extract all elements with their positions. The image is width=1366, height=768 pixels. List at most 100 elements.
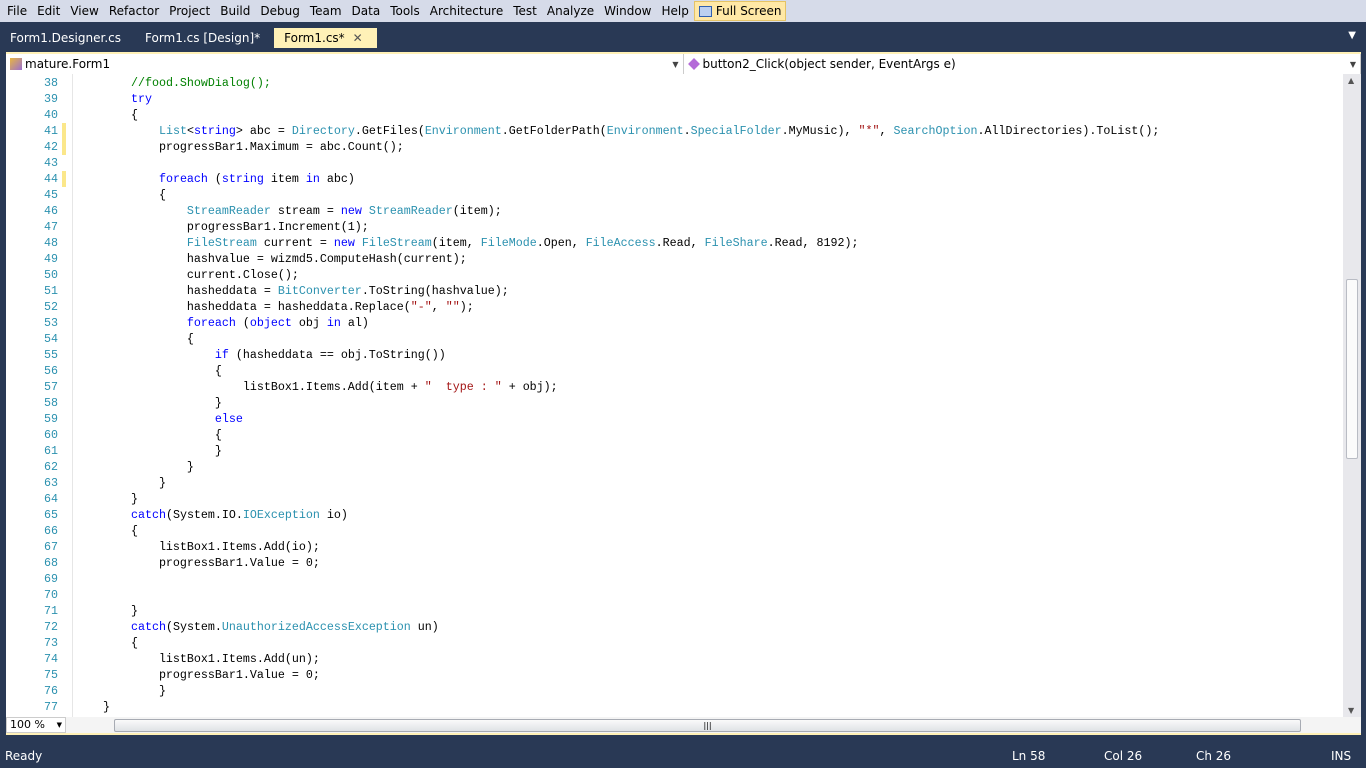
menu-debug[interactable]: Debug — [255, 0, 304, 22]
code-token: current = — [256, 236, 334, 250]
code-text: try — [75, 91, 152, 107]
code-token: ( — [207, 172, 222, 186]
line-number: 73 — [44, 636, 58, 650]
code-text: progressBar1.Maximum = abc.Count(); — [75, 139, 404, 155]
code-text: current.Close(); — [75, 267, 299, 283]
menu-architecture[interactable]: Architecture — [425, 0, 508, 22]
code-token: (item, — [431, 236, 481, 250]
menu-file[interactable]: File — [2, 0, 32, 22]
line-number: 46 — [44, 204, 58, 218]
menu-tools[interactable]: Tools — [385, 0, 425, 22]
tab-form1-cs-[interactable]: Form1.cs* ✕ — [274, 28, 377, 48]
tab-form1-designer-cs[interactable]: Form1.Designer.cs — [0, 28, 135, 48]
code-token: foreach — [186, 316, 236, 330]
vertical-scrollbar[interactable]: ▲ ▼ — [1343, 74, 1361, 717]
status-bar: Ready Ln 58 Col 26 Ch 26 INS — [0, 746, 1366, 768]
line-number: 51 — [44, 284, 58, 298]
code-text: progressBar1.Increment(1); — [75, 219, 369, 235]
scroll-down-icon[interactable]: ▼ — [1348, 706, 1354, 715]
menu-refactor[interactable]: Refactor — [104, 0, 164, 22]
code-token: hasheddata = — [75, 284, 278, 298]
code-token: FileShare — [704, 236, 768, 250]
class-dropdown[interactable]: mature.Form1 ▼ — [6, 54, 684, 74]
tab-form1-cs-design-[interactable]: Form1.cs [Design]* — [135, 28, 274, 48]
line-number: 41 — [44, 124, 58, 138]
status-text: Ready — [5, 749, 43, 763]
line-number: 69 — [44, 572, 58, 586]
tab-list-dropdown[interactable]: ▼ — [1348, 30, 1356, 41]
code-line: 72 catch(System.UnauthorizedAccessExcept… — [6, 619, 1341, 635]
menu-help[interactable]: Help — [657, 0, 694, 22]
code-token: foreach — [158, 172, 208, 186]
document-tabs: Form1.Designer.cs Form1.cs [Design]* Form1… — [0, 28, 1366, 48]
code-text: { — [75, 363, 222, 379]
code-token: .MyMusic), — [781, 124, 859, 138]
code-token: "-" — [410, 300, 432, 314]
code-text: { — [75, 523, 138, 539]
code-token: FileStream — [361, 236, 432, 250]
line-number: 72 — [44, 620, 58, 634]
line-number: 42 — [44, 140, 58, 154]
code-token: try — [130, 92, 152, 106]
close-icon[interactable]: ✕ — [353, 28, 363, 48]
code-editor[interactable]: 38 //food.ShowDialog(); 39 try 40 {41 List… — [6, 74, 1361, 717]
code-token: listBox1.Items.Add(un); — [75, 652, 320, 666]
line-number: 43 — [44, 156, 58, 170]
code-text: if (hasheddata == obj.ToString()) — [75, 347, 446, 363]
code-token: .Open, — [536, 236, 586, 250]
scroll-up-icon[interactable]: ▲ — [1348, 76, 1354, 85]
method-icon — [687, 58, 700, 70]
vertical-scroll-thumb[interactable] — [1346, 279, 1358, 459]
code-line: 51 hasheddata = BitConverter.ToString(ha… — [6, 283, 1341, 299]
code-token: StreamReader — [186, 204, 271, 218]
menu-build[interactable]: Build — [215, 0, 255, 22]
code-text: FileStream current = new FileStream(item… — [75, 235, 859, 251]
code-line: 71 } — [6, 603, 1341, 619]
menu-project[interactable]: Project — [164, 0, 215, 22]
full-screen-button[interactable]: Full Screen — [693, 1, 787, 21]
menu-data[interactable]: Data — [347, 0, 386, 22]
menu-team[interactable]: Team — [305, 0, 347, 22]
line-number: 44 — [44, 172, 58, 186]
code-token: FileAccess — [585, 236, 656, 250]
code-token: ( — [235, 316, 250, 330]
code-token: if — [214, 348, 229, 362]
line-number: 62 — [44, 460, 58, 474]
code-token: progressBar1.Maximum = abc.Count(); — [75, 140, 404, 154]
menu-window[interactable]: Window — [599, 0, 656, 22]
code-line: 42 progressBar1.Maximum = abc.Count(); — [6, 139, 1341, 155]
code-text: catch(System.UnauthorizedAccessException… — [75, 619, 439, 635]
code-line: 46 StreamReader stream = new StreamReade… — [6, 203, 1341, 219]
code-token: current.Close(); — [75, 268, 299, 282]
code-token: { — [75, 364, 222, 378]
member-dropdown[interactable]: button2_Click(object sender, EventArgs e… — [684, 54, 1361, 74]
code-token: } — [75, 684, 166, 698]
code-token: , — [431, 300, 446, 314]
code-line: 55 if (hasheddata == obj.ToString()) — [6, 347, 1341, 363]
menu-test[interactable]: Test — [508, 0, 542, 22]
code-token: < — [186, 124, 194, 138]
code-line: 56 { — [6, 363, 1341, 379]
code-token: (System.IO. — [165, 508, 243, 522]
char-indicator: Ch 26 — [1196, 749, 1232, 763]
zoom-dropdown[interactable]: 100 % ▼ — [6, 717, 66, 733]
code-token: SearchOption — [893, 124, 978, 138]
horizontal-scrollbar[interactable]: ||| — [76, 717, 1351, 733]
code-token: new — [333, 236, 355, 250]
code-token: "*" — [858, 124, 880, 138]
line-number: 58 — [44, 396, 58, 410]
code-token: object — [249, 316, 292, 330]
menu-analyze[interactable]: Analyze — [542, 0, 599, 22]
code-token: { — [75, 428, 222, 442]
code-text: hasheddata = BitConverter.ToString(hashv… — [75, 283, 509, 299]
code-text: hasheddata = hasheddata.Replace("-", "")… — [75, 299, 474, 315]
horizontal-scroll-thumb[interactable]: ||| — [114, 719, 1301, 732]
code-token: + obj); — [501, 380, 558, 394]
menu-view[interactable]: View — [65, 0, 103, 22]
menu-edit[interactable]: Edit — [32, 0, 65, 22]
code-line: 43 — [6, 155, 1341, 171]
code-text: } — [75, 475, 166, 491]
line-number: 48 — [44, 236, 58, 250]
